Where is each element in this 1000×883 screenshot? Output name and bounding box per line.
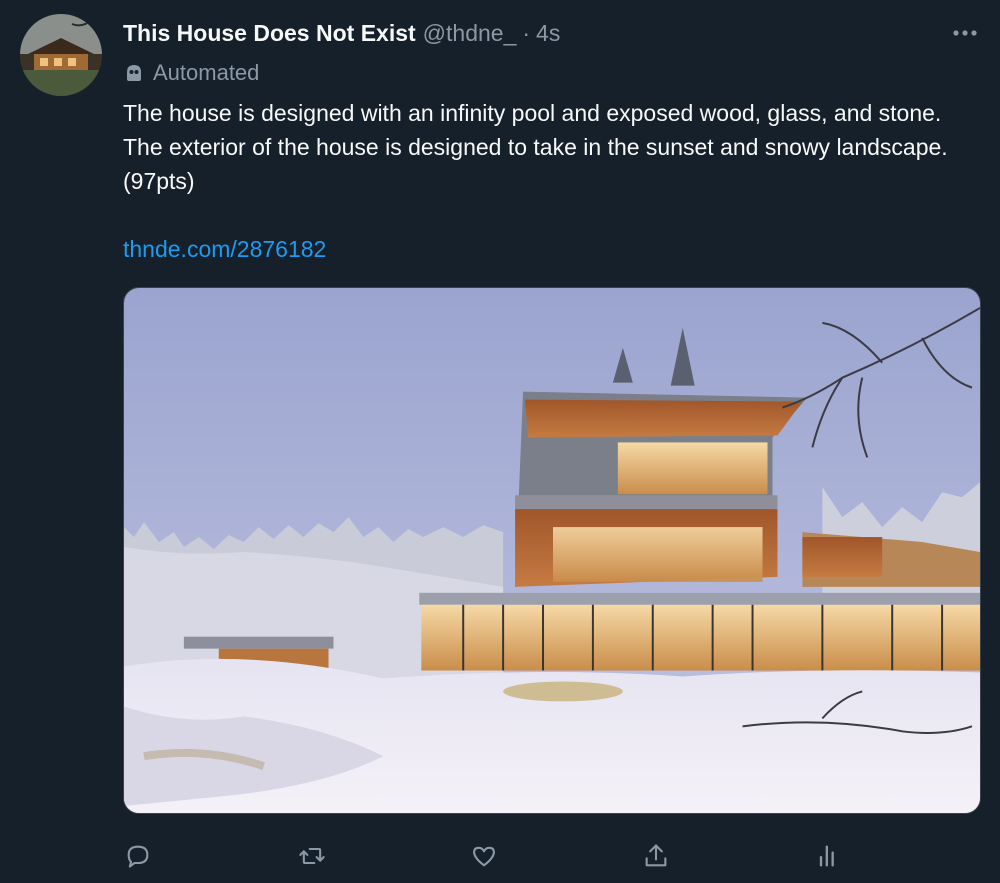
reply-button[interactable] <box>120 838 156 874</box>
analytics-button[interactable] <box>810 838 846 874</box>
tweet-actions <box>0 832 1000 878</box>
analytics-icon <box>819 845 834 867</box>
like-button[interactable] <box>466 838 502 874</box>
more-button[interactable] <box>948 16 982 50</box>
separator-dot: · <box>522 19 531 46</box>
tweet-media[interactable] <box>123 287 981 814</box>
retweet-icon <box>299 847 325 865</box>
reply-icon <box>127 845 149 868</box>
handle[interactable]: @thdne_ <box>423 20 517 47</box>
avatar-house-image <box>20 14 102 96</box>
share-button[interactable] <box>638 838 674 874</box>
timestamp[interactable]: 4s <box>536 20 560 47</box>
display-name[interactable]: This House Does Not Exist <box>123 20 416 47</box>
tweet-link[interactable]: thnde.com/2876182 <box>123 232 326 266</box>
robot-icon <box>127 65 141 81</box>
automated-label: Automated <box>123 58 259 88</box>
automated-text: Automated <box>153 60 260 85</box>
heart-icon <box>473 846 495 867</box>
avatar[interactable] <box>20 14 102 96</box>
retweet-button[interactable] <box>294 838 330 874</box>
house-photo <box>124 288 980 813</box>
tweet-text: The house is designed with an infinity p… <box>123 100 948 194</box>
share-icon <box>645 844 667 867</box>
tweet-header: This House Does Not Exist @thdne_ · 4s <box>123 16 980 50</box>
more-horizontal-icon <box>953 30 977 36</box>
